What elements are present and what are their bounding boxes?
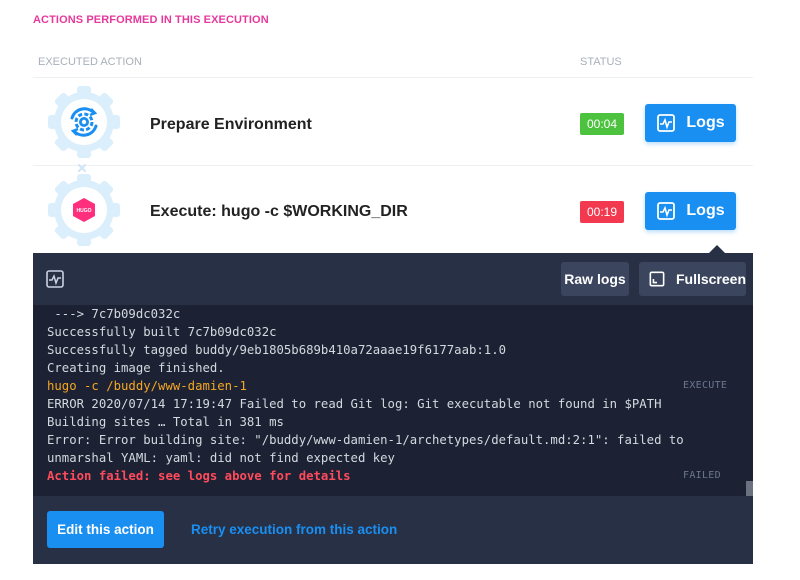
execute-tag: EXECUTE xyxy=(683,380,728,391)
section-title: ACTIONS PERFORMED IN THIS EXECUTION xyxy=(33,14,269,26)
column-header-executed-action: EXECUTED ACTION xyxy=(38,56,142,68)
log-line: ERROR 2020/07/14 17:19:47 Failed to read… xyxy=(47,397,662,411)
action-name: Prepare Environment xyxy=(150,116,312,133)
fullscreen-icon xyxy=(649,271,665,287)
log-line: ---> 7c7b09dc032c xyxy=(47,307,181,321)
log-command-line: hugo -c /buddy/www-damien-1 xyxy=(47,379,247,393)
close-icon xyxy=(77,160,87,172)
log-panel-footer: Edit this action Retry execution from th… xyxy=(33,496,753,564)
svg-text:HUGO: HUGO xyxy=(77,208,92,214)
environment-gear-icon xyxy=(46,84,122,160)
duration-badge: 00:19 xyxy=(580,201,625,223)
log-panel-toolbar: Raw logs Fullscreen xyxy=(33,253,753,305)
fullscreen-button-label: Fullscreen xyxy=(675,271,746,287)
activity-chart-icon xyxy=(657,114,676,132)
row-divider xyxy=(33,165,753,166)
activity-chart-icon xyxy=(46,270,64,288)
logs-button[interactable]: Logs xyxy=(645,192,736,230)
edit-action-button[interactable]: Edit this action xyxy=(47,511,164,548)
logs-button-label: Logs xyxy=(686,114,725,131)
action-name: Execute: hugo -c $WORKING_DIR xyxy=(150,203,408,220)
log-line: Building sites … Total in 381 ms xyxy=(47,415,284,429)
log-panel: Raw logs Fullscreen ---> 7c7b09dc032c Su… xyxy=(33,253,753,564)
log-line: Error: Error building site: "/buddy/www-… xyxy=(47,433,684,447)
failed-tag: FAILED xyxy=(683,470,721,481)
log-line: Creating image finished. xyxy=(47,361,225,375)
log-line: Successfully built 7c7b09dc032c xyxy=(47,325,277,339)
header-divider xyxy=(33,77,753,78)
scrollbar-thumb[interactable] xyxy=(746,481,753,496)
hugo-logo-icon: HUGO xyxy=(46,172,122,248)
log-line: unmarshal YAML: yaml: did not find expec… xyxy=(47,451,395,465)
log-console[interactable]: ---> 7c7b09dc032c Successfully built 7c7… xyxy=(33,305,753,496)
duration-badge: 00:04 xyxy=(580,113,625,135)
activity-chart-icon xyxy=(657,202,676,220)
logs-button-label: Logs xyxy=(686,202,725,219)
raw-logs-button[interactable]: Raw logs xyxy=(561,262,629,296)
logs-button[interactable]: Logs xyxy=(645,104,736,142)
column-header-status: STATUS xyxy=(580,56,622,68)
log-line: Successfully tagged buddy/9eb1805b689b41… xyxy=(47,343,507,357)
retry-execution-link[interactable]: Retry execution from this action xyxy=(191,522,397,537)
fullscreen-button[interactable]: Fullscreen xyxy=(639,262,746,296)
log-failure-line: Action failed: see logs above for detail… xyxy=(47,469,351,483)
